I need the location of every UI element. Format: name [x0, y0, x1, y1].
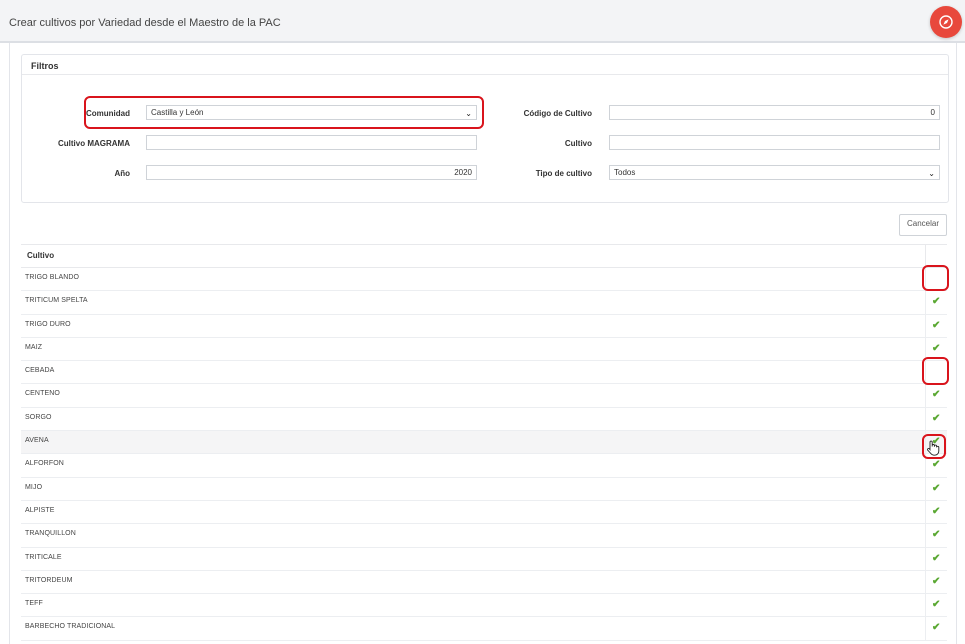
column-divider	[925, 477, 926, 500]
table-row: AVENA ✔	[21, 431, 947, 455]
column-divider	[925, 594, 926, 617]
table-row: TRIGO DURO ✔	[21, 314, 947, 338]
column-divider	[925, 384, 926, 407]
tipo-cultivo-label: Tipo de cultivo	[535, 169, 592, 178]
cultivo-magrama-label: Cultivo MAGRAMA	[58, 139, 130, 148]
column-divider	[925, 245, 926, 267]
page-title: Crear cultivos por Variedad desde el Mae…	[9, 17, 281, 29]
cultivo-name: BARBECHO TRADICIONAL	[25, 623, 116, 631]
tipo-cultivo-value: Todos	[614, 168, 636, 177]
cultivo-name: CENTENO	[25, 390, 60, 398]
table-row: ALPISTE ✔	[21, 500, 947, 525]
highlight-trigo-blando	[922, 265, 949, 291]
highlight-cebada	[922, 357, 949, 385]
cultivo-name: TRANQUILLON	[25, 530, 76, 538]
cultivo-name: MIJO	[25, 483, 43, 491]
hand-pointer-icon	[927, 440, 940, 456]
cultivo-name: MAIZ	[25, 343, 43, 351]
column-divider	[925, 291, 926, 314]
compass-icon	[939, 15, 953, 29]
cultivo-name: TRITICALE	[25, 553, 62, 561]
column-divider	[925, 570, 926, 594]
cultivo-name: CEBADA	[25, 367, 55, 375]
page-header: Crear cultivos por Variedad desde el Mae…	[0, 0, 965, 43]
check-icon[interactable]: ✔	[932, 296, 940, 307]
table-row: TRITICALE ✔	[21, 547, 947, 571]
column-header-cultivo: Cultivo	[27, 251, 55, 260]
filters-title: Filtros	[31, 61, 59, 71]
cultivo-name: TEFF	[25, 600, 43, 608]
compass-button[interactable]	[930, 6, 962, 38]
cultivo-name: AVENA	[25, 437, 49, 445]
check-icon[interactable]: ✔	[932, 413, 940, 424]
main-content: Filtros Comunidad Castilla y León ⌄ Códi…	[9, 43, 957, 644]
check-icon[interactable]: ✔	[932, 622, 940, 633]
check-icon[interactable]: ✔	[932, 553, 940, 564]
table-header: Cultivo	[21, 244, 947, 268]
anio-input[interactable]: 2020	[146, 165, 477, 180]
check-icon[interactable]: ✔	[932, 506, 940, 517]
check-icon[interactable]: ✔	[932, 576, 940, 587]
cultivo-name: ALFORFON	[25, 460, 64, 468]
cultivo-magrama-input[interactable]	[146, 135, 477, 150]
table-row: MIJO ✔	[21, 477, 947, 501]
table-row: BARBECHO TRADICIONAL ✔	[21, 617, 947, 641]
cancel-button[interactable]: Cancelar	[899, 214, 947, 236]
table-row: TRIGO BLANDO	[21, 268, 947, 292]
column-divider	[925, 617, 926, 640]
cultivo-name: TRIGO BLANDO	[25, 274, 80, 281]
table-row: SORGO ✔	[21, 407, 947, 432]
cultivo-name: ALPISTE	[25, 506, 55, 514]
filters-panel: Filtros Comunidad Castilla y León ⌄ Códi…	[21, 54, 949, 203]
column-divider	[925, 407, 926, 431]
table-row: MAIZ ✔	[21, 337, 947, 362]
chevron-down-icon: ⌄	[928, 169, 935, 178]
check-icon[interactable]: ✔	[932, 483, 940, 494]
table-row: TRANQUILLON ✔	[21, 524, 947, 548]
cultivo-name: SORGO	[25, 413, 52, 421]
anio-label: Año	[114, 169, 130, 178]
column-divider	[925, 314, 926, 337]
highlight-comunidad	[84, 96, 484, 129]
table-row: TRITORDEUM ✔	[21, 570, 947, 595]
tipo-cultivo-select[interactable]: Todos ⌄	[609, 165, 940, 180]
check-icon[interactable]: ✔	[932, 459, 940, 470]
table-row: CENTENO ✔	[21, 384, 947, 408]
cultivo-label: Cultivo	[564, 139, 592, 148]
column-divider	[925, 547, 926, 570]
codigo-cultivo-label: Código de Cultivo	[523, 109, 592, 118]
cultivos-table: Cultivo TRIGO BLANDO TRITICUM SPELTA ✔ TRIG…	[21, 244, 947, 641]
table-row: TRITICUM SPELTA ✔	[21, 291, 947, 315]
table-body: TRIGO BLANDO TRITICUM SPELTA ✔ TRIGO DURO ✔ M…	[21, 268, 947, 641]
check-icon[interactable]: ✔	[932, 599, 940, 610]
cultivo-name: TRIGO DURO	[25, 320, 71, 328]
codigo-cultivo-input[interactable]: 0	[609, 105, 940, 120]
check-icon[interactable]: ✔	[932, 529, 940, 540]
column-divider	[925, 500, 926, 524]
table-row: CEBADA	[21, 361, 947, 385]
table-row: ALFORFON ✔	[21, 454, 947, 478]
check-icon[interactable]: ✔	[932, 343, 940, 354]
cultivo-input[interactable]	[609, 135, 940, 150]
column-divider	[925, 524, 926, 547]
table-row: TEFF ✔	[21, 594, 947, 618]
check-icon[interactable]: ✔	[932, 320, 940, 331]
cultivo-name: TRITICUM SPELTA	[25, 297, 88, 305]
cultivo-name: TRITORDEUM	[25, 576, 73, 584]
divider	[22, 74, 948, 75]
check-icon[interactable]: ✔	[932, 389, 940, 400]
